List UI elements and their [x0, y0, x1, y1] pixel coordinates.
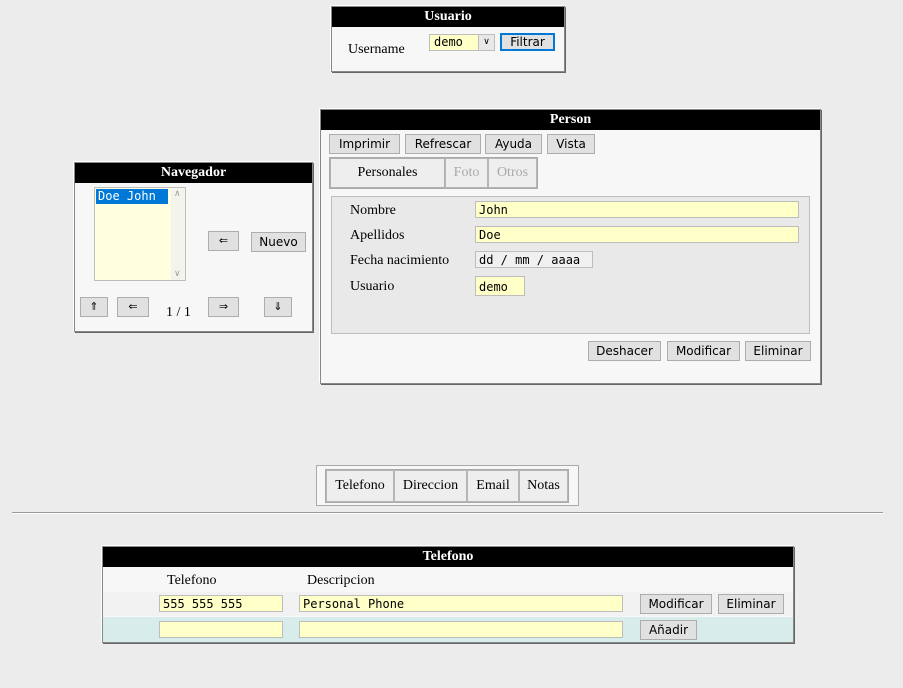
filter-button[interactable]: Filtrar — [500, 33, 555, 51]
remove-from-list-button[interactable]: ⇐ — [208, 231, 239, 251]
next-record-button[interactable]: ⇒ — [208, 297, 239, 317]
username-select[interactable]: demo ∨ — [429, 34, 495, 51]
username-select-value: demo — [434, 35, 463, 49]
person-tabbar: Personales Foto Otros — [329, 157, 538, 189]
chevron-up-icon[interactable]: ∧ — [174, 189, 181, 199]
apellidos-field[interactable]: Doe — [475, 226, 799, 243]
new-button[interactable]: Nuevo — [251, 232, 306, 252]
personales-fieldset: Nombre John Apellidos Doe Fecha nacimien… — [331, 196, 810, 334]
person-panel: Person Imprimir Refrescar Ayuda Vista Pe… — [320, 109, 821, 384]
navegador-panel: Navegador Doe John ∧ ∨ ⇐ Nuevo ⇑ ⇐ 1 / 1… — [74, 162, 313, 332]
undo-button[interactable]: Deshacer — [588, 341, 661, 361]
fecha-nacimiento-label: Fecha nacimiento — [350, 253, 450, 268]
tab-foto: Foto — [445, 158, 488, 188]
usuario-panel: Usuario Username demo ∨ Filtrar — [331, 6, 565, 72]
record-list[interactable]: Doe John ∧ ∨ — [94, 187, 186, 281]
tab-telefono[interactable]: Telefono — [326, 470, 394, 502]
page-indicator: 1 / 1 — [166, 305, 191, 320]
usuario-field[interactable]: demo — [475, 276, 525, 296]
username-label: Username — [348, 42, 405, 57]
delete-button[interactable]: Eliminar — [745, 341, 811, 361]
tab-notas[interactable]: Notas — [519, 470, 568, 502]
list-scrollbar[interactable]: ∧ ∨ — [171, 188, 185, 280]
navegador-panel-title: Navegador — [75, 163, 312, 183]
print-button[interactable]: Imprimir — [329, 134, 400, 154]
apellidos-label: Apellidos — [350, 228, 405, 243]
previous-record-button[interactable]: ⇐ — [117, 297, 149, 317]
telefono-panel: Telefono Telefono Descripcion 555 555 55… — [102, 546, 794, 643]
new-telefono-field[interactable] — [159, 621, 283, 638]
tab-direccion[interactable]: Direccion — [394, 470, 467, 502]
tab-email[interactable]: Email — [467, 470, 519, 502]
nombre-label: Nombre — [350, 203, 396, 218]
usuario-label: Usuario — [350, 279, 395, 294]
telefono-field[interactable]: 555 555 555 — [159, 595, 283, 612]
new-row: Añadir — [103, 617, 793, 642]
table-row: 555 555 555 Personal Phone Modificar Eli… — [103, 592, 793, 616]
row-delete-button[interactable]: Eliminar — [718, 594, 784, 614]
chevron-down-icon[interactable]: ∨ — [478, 35, 494, 50]
detail-tabbar: Telefono Direccion Email Notas — [325, 469, 569, 503]
add-button[interactable]: Añadir — [640, 620, 697, 640]
new-descripcion-field[interactable] — [299, 621, 623, 638]
usuario-panel-title: Usuario — [332, 7, 564, 27]
fecha-nacimiento-field[interactable]: dd / mm / aaaa — [475, 251, 593, 268]
first-record-button[interactable]: ⇑ — [80, 297, 108, 317]
row-modify-button[interactable]: Modificar — [640, 594, 712, 614]
chevron-down-icon[interactable]: ∨ — [174, 269, 181, 279]
detail-tabs-container: Telefono Direccion Email Notas — [316, 465, 579, 506]
last-record-button[interactable]: ⇓ — [264, 297, 292, 317]
view-button[interactable]: Vista — [547, 134, 595, 154]
person-panel-title: Person — [321, 110, 820, 130]
col-header-telefono: Telefono — [167, 573, 217, 588]
modify-button[interactable]: Modificar — [667, 341, 740, 361]
tab-otros: Otros — [488, 158, 537, 188]
telefono-panel-title: Telefono — [103, 547, 793, 567]
section-divider — [12, 512, 883, 514]
nombre-field[interactable]: John — [475, 201, 799, 218]
list-item[interactable]: Doe John — [96, 189, 168, 204]
refresh-button[interactable]: Refrescar — [405, 134, 481, 154]
descripcion-field[interactable]: Personal Phone — [299, 595, 623, 612]
col-header-descripcion: Descripcion — [307, 573, 375, 588]
help-button[interactable]: Ayuda — [485, 134, 542, 154]
tab-personales[interactable]: Personales — [330, 158, 445, 188]
